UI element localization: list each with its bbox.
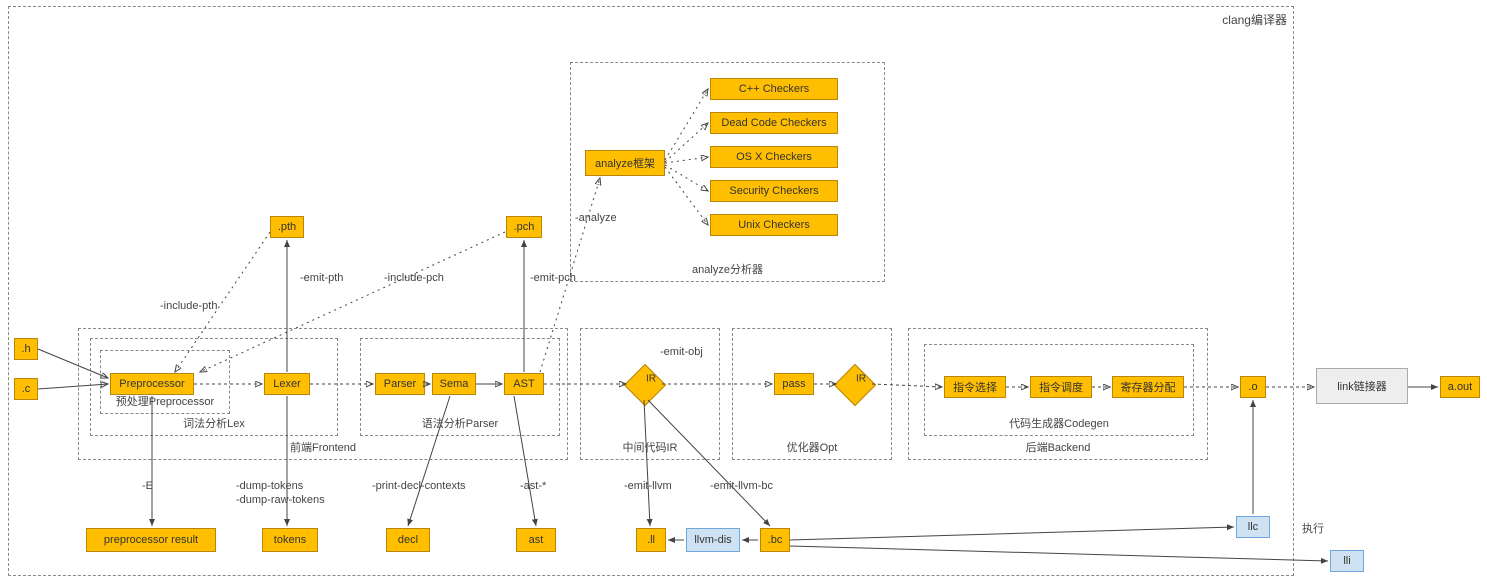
node-lexer: Lexer (264, 373, 310, 395)
node-preprocessor: Preprocessor (110, 373, 194, 395)
diagram-canvas: clang编译器 .h .c 前端Frontend 词法分析Lex 预处理Pre… (0, 0, 1487, 583)
node-llc: llc (1236, 516, 1270, 538)
lbl-emit-llvm-bc: -emit-llvm-bc (710, 480, 773, 492)
lbl-include-pth: -include-pth (160, 300, 217, 312)
node-ast-out: ast (516, 528, 556, 552)
node-analyze-frame: analyze框架 (585, 150, 665, 176)
node-decl: decl (386, 528, 430, 552)
frontend-label: 前端Frontend (79, 439, 567, 455)
lbl-exec: 执行 (1302, 520, 1324, 536)
node-o: .o (1240, 376, 1266, 398)
lbl-emit-pth: -emit-pth (300, 272, 343, 284)
node-llvm-dis: llvm-dis (686, 528, 740, 552)
node-link: link链接器 (1316, 368, 1408, 404)
lbl-ast-star: -ast-* (520, 480, 546, 492)
opt-label: 优化器Opt (733, 439, 891, 455)
lbl-emit-obj: -emit-obj (660, 346, 703, 358)
ir-label: 中间代码IR (581, 439, 719, 455)
backend-label: 后端Backend (909, 439, 1207, 455)
lbl-emit-pch: -emit-pch (530, 272, 576, 284)
outer-title: clang编译器 (1222, 11, 1287, 28)
node-ll: .ll (636, 528, 666, 552)
lbl-dump-raw-tokens: -dump-raw-tokens (236, 494, 325, 506)
node-pass: pass (774, 373, 814, 395)
node-pp-result: preprocessor result (86, 528, 216, 552)
node-sema: Sema (432, 373, 476, 395)
node-checker-3: Security Checkers (710, 180, 838, 202)
parser-label: 语法分析Parser (361, 415, 559, 431)
lbl-emit-llvm: -emit-llvm (624, 480, 672, 492)
node-checker-0: C++ Checkers (710, 78, 838, 100)
node-c: .c (14, 378, 38, 400)
lbl-analyze: -analyze (575, 212, 617, 224)
lbl-dump-tokens: -dump-tokens (236, 480, 303, 492)
node-tokens: tokens (262, 528, 318, 552)
node-h: .h (14, 338, 38, 360)
node-bc: .bc (760, 528, 790, 552)
node-pch: .pch (506, 216, 542, 238)
lex-label: 词法分析Lex (91, 415, 337, 431)
node-checker-1: Dead Code Checkers (710, 112, 838, 134)
node-isched: 指令调度 (1030, 376, 1092, 398)
node-lli: lli (1330, 550, 1364, 572)
node-checker-2: OS X Checkers (710, 146, 838, 168)
node-checker-4: Unix Checkers (710, 214, 838, 236)
node-aout: a.out (1440, 376, 1480, 398)
analyze-label: analyze分析器 (571, 261, 884, 277)
lbl-E: -E (142, 480, 153, 492)
codegen-label: 代码生成器Codegen (925, 415, 1193, 431)
pp-group-label: 预处理Preprocessor (101, 393, 229, 409)
lbl-include-pch: -include-pch (384, 272, 444, 284)
lbl-print-decl: -print-decl-contexts (372, 480, 466, 492)
node-parser: Parser (375, 373, 425, 395)
node-regalloc: 寄存器分配 (1112, 376, 1184, 398)
node-isel: 指令选择 (944, 376, 1006, 398)
node-pth: .pth (270, 216, 304, 238)
node-ast: AST (504, 373, 544, 395)
